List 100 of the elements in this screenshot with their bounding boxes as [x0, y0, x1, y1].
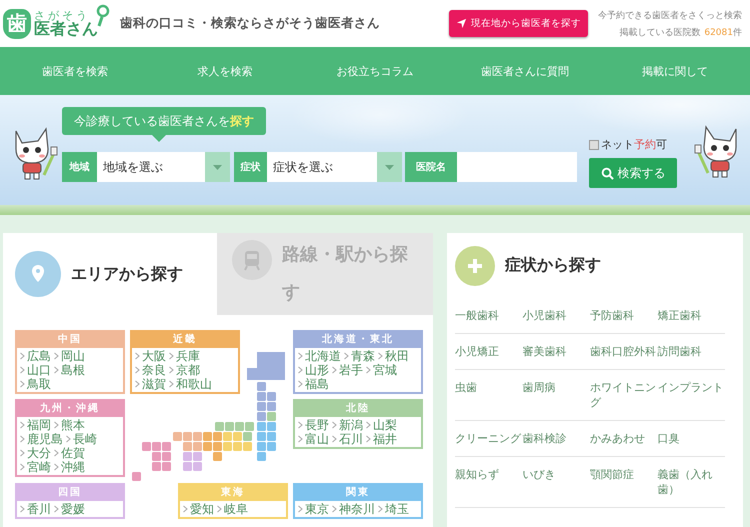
prefecture-link[interactable]: 長野 [298, 418, 329, 432]
nav-link[interactable]: 求人を検索 [150, 47, 300, 95]
symptom-link[interactable]: ホワイトニング [590, 380, 658, 410]
prefecture-link[interactable]: 山形 [298, 363, 329, 377]
symptom-link[interactable]: 予防歯科 [590, 308, 658, 323]
nav-link[interactable]: お役立ちコラム [300, 47, 450, 95]
checkbox[interactable] [589, 140, 599, 150]
map-tile [257, 402, 266, 411]
prefecture-link[interactable]: 山口 [20, 363, 51, 377]
symptom-link[interactable]: 義歯（入れ歯） [658, 467, 725, 497]
nav-link[interactable]: 歯医者を検索 [0, 47, 150, 95]
map-tile [267, 442, 276, 451]
symptom-link[interactable]: インプラント [658, 380, 725, 410]
prefecture-link[interactable]: 新潟 [332, 418, 363, 432]
map-tile [247, 352, 285, 380]
clinic-name-input[interactable] [457, 152, 577, 182]
symptom-link[interactable]: 親知らず [455, 467, 522, 497]
symptom-link[interactable]: 訪問歯科 [658, 344, 725, 359]
area-select[interactable]: 地域を選ぶ [97, 152, 230, 182]
symptom-link[interactable]: 小児矯正 [455, 344, 522, 359]
prefecture-link[interactable]: 埼玉 [378, 502, 409, 516]
prefecture-link[interactable]: 兵庫 [169, 349, 200, 363]
search-button[interactable]: 検索する [589, 158, 677, 188]
prefecture-link[interactable]: 島根 [54, 363, 85, 377]
count-unit: 件 [733, 28, 742, 38]
prefecture-link[interactable]: 宮崎 [20, 460, 51, 474]
prefecture-link[interactable]: 福岡 [20, 418, 51, 432]
symptom-select[interactable]: 症状を選ぶ [267, 152, 402, 182]
map-tile [183, 432, 192, 441]
map-tile [223, 432, 232, 441]
prefecture-link[interactable]: 岡山 [54, 349, 85, 363]
prefecture-link[interactable]: 山梨 [366, 418, 397, 432]
locate-button[interactable]: 現在地から歯医者を探す [449, 10, 588, 37]
symptom-link[interactable]: かみあわせ [590, 431, 658, 446]
symptom-link[interactable]: 虫歯 [455, 380, 522, 410]
prefecture-link[interactable]: 鹿児島 [20, 432, 63, 446]
plus-icon [455, 246, 495, 286]
map-tile [267, 392, 276, 401]
map-tile [152, 442, 161, 451]
prefecture-link[interactable]: 岩手 [332, 363, 363, 377]
net-reserve-checkbox[interactable]: ネット予約可 [589, 137, 677, 152]
prefecture-link[interactable]: 宮城 [366, 363, 397, 377]
symptom-link[interactable]: 口臭 [658, 431, 725, 446]
symptom-link[interactable]: 歯科検診 [522, 431, 590, 446]
prefecture-link[interactable]: 香川 [20, 502, 51, 516]
field-label: 症状 [234, 152, 267, 182]
prefecture-link[interactable]: 福島 [298, 377, 329, 391]
prefecture-link[interactable]: 福井 [366, 432, 397, 446]
region-title: 北陸 [295, 401, 421, 417]
map-tile [142, 442, 151, 451]
nav-link[interactable]: 歯医者さんに質問 [450, 47, 600, 95]
map-tile [203, 432, 212, 441]
prefecture-link[interactable]: 愛知 [183, 502, 214, 516]
map-tile [267, 412, 276, 421]
symptom-link[interactable]: クリーニング [455, 431, 522, 446]
prefecture-link[interactable]: 大分 [20, 446, 51, 460]
symptom-link[interactable]: 顎関節症 [590, 467, 658, 497]
prefecture-link[interactable]: 長崎 [66, 432, 97, 446]
chevron-icon [298, 505, 303, 513]
symptom-link[interactable]: 歯周病 [522, 380, 590, 410]
prefecture-link[interactable]: 富山 [298, 432, 329, 446]
navigation-arrow-icon [456, 18, 467, 29]
map-tile [213, 432, 222, 441]
symptom-link[interactable]: 小児歯科 [522, 308, 590, 323]
clinic-count-label: 掲載している医院数 [619, 28, 700, 38]
map-tile [132, 472, 141, 481]
prefecture-link[interactable]: 東京 [298, 502, 329, 516]
prefecture-link[interactable]: 和歌山 [169, 377, 212, 391]
symptom-link[interactable]: いびき [522, 467, 590, 497]
map-tile [257, 452, 266, 461]
symptom-link[interactable]: 審美歯科 [522, 344, 590, 359]
prefecture-link[interactable]: 北海道 [298, 349, 341, 363]
prefecture-link[interactable]: 沖縄 [54, 460, 85, 474]
map-tile [173, 432, 182, 441]
prefecture-link[interactable]: 佐賀 [54, 446, 85, 460]
symptom-link[interactable]: 一般歯科 [455, 308, 522, 323]
symptom-link[interactable]: 歯科口腔外科 [590, 344, 658, 359]
nav-link[interactable]: 掲載に関して [600, 47, 750, 95]
prefecture-link[interactable]: 岐阜 [217, 502, 248, 516]
map-tile [257, 392, 266, 401]
prefecture-link[interactable]: 熊本 [54, 418, 85, 432]
prefecture-link[interactable]: 鳥取 [20, 377, 51, 391]
prefecture-link[interactable]: 神奈川 [332, 502, 375, 516]
prefecture-link[interactable]: 奈良 [135, 363, 166, 377]
prefecture-link[interactable]: 石川 [332, 432, 363, 446]
region-title: 中国 [17, 332, 123, 348]
prefecture-link[interactable]: 大阪 [135, 349, 166, 363]
prefecture-link[interactable]: 青森 [344, 349, 375, 363]
prefecture-link[interactable]: 京都 [169, 363, 200, 377]
prefecture-link[interactable]: 滋賀 [135, 377, 166, 391]
map-tile [213, 442, 222, 451]
train-icon [232, 240, 272, 280]
prefecture-link[interactable]: 秋田 [378, 349, 409, 363]
map-tile [152, 462, 161, 471]
map-tile [257, 422, 266, 431]
symptom-link[interactable]: 矯正歯科 [658, 308, 725, 323]
prefecture-link[interactable]: 愛媛 [54, 502, 85, 516]
region-title: 関東 [295, 485, 421, 501]
region-title: 東海 [180, 485, 286, 501]
prefecture-link[interactable]: 広島 [20, 349, 51, 363]
